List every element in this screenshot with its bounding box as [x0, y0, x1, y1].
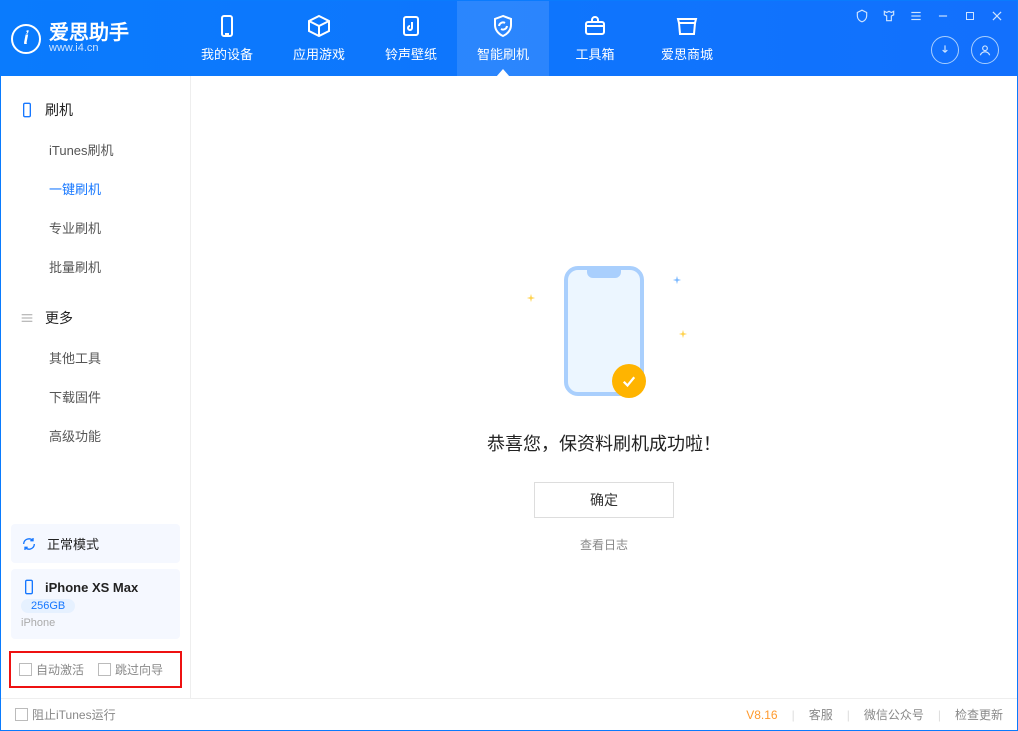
- status-bar: 阻止iTunes运行 V8.16 | 客服 | 微信公众号 | 检查更新: [1, 698, 1017, 730]
- sidebar-item-download-firmware[interactable]: 下载固件: [1, 377, 190, 416]
- app-subtitle: www.i4.cn: [49, 43, 129, 54]
- sync-icon: [21, 536, 37, 552]
- device-mode-card[interactable]: 正常模式: [11, 524, 180, 563]
- sidebar-group-flash: 刷机: [1, 94, 190, 130]
- sidebar-item-batch-flash[interactable]: 批量刷机: [1, 247, 190, 286]
- connected-device-card[interactable]: iPhone XS Max 256GB iPhone: [11, 569, 180, 639]
- phone-icon: [215, 14, 239, 38]
- feedback-icon[interactable]: [854, 8, 869, 23]
- user-account-icon[interactable]: [971, 36, 999, 64]
- app-window: ἰ 爱思助手 www.i4.cn 我的设备 应用游戏 铃声壁纸 智能刷机: [0, 0, 1018, 731]
- checkmark-icon: [612, 364, 646, 398]
- titlebar-actions: [917, 14, 999, 64]
- sidebar-item-other-tools[interactable]: 其他工具: [1, 338, 190, 377]
- app-logo: ἰ 爱思助手 www.i4.cn: [11, 23, 181, 54]
- device-icon: [19, 102, 35, 118]
- checkbox-skip-wizard[interactable]: 跳过向导: [98, 661, 163, 678]
- flash-options-highlight: 自动激活 跳过向导: [9, 651, 182, 688]
- device-storage-badge: 256GB: [21, 599, 75, 613]
- cube-icon: [307, 14, 331, 38]
- sparkle-icon: [672, 272, 678, 278]
- maximize-icon[interactable]: [962, 8, 977, 23]
- sidebar-item-pro-flash[interactable]: 专业刷机: [1, 208, 190, 247]
- tab-toolbox[interactable]: 工具箱: [549, 1, 641, 76]
- footer-customer-service[interactable]: 客服: [809, 706, 833, 723]
- tab-smart-flash[interactable]: 智能刷机: [457, 1, 549, 76]
- sidebar-item-advanced[interactable]: 高级功能: [1, 416, 190, 455]
- checkbox-block-itunes[interactable]: 阻止iTunes运行: [15, 706, 116, 723]
- list-icon: [19, 310, 35, 326]
- logo-icon: ἰ: [11, 24, 41, 54]
- close-icon[interactable]: [989, 8, 1004, 23]
- confirm-button[interactable]: 确定: [534, 482, 674, 518]
- tab-my-device[interactable]: 我的设备: [181, 1, 273, 76]
- body: 刷机 iTunes刷机 一键刷机 专业刷机 批量刷机 更多 其他工具 下载固件 …: [1, 76, 1017, 698]
- skin-icon[interactable]: [881, 8, 896, 23]
- version-label: V8.16: [746, 708, 777, 722]
- main-content: 恭喜您，保资料刷机成功啦！ 确定 查看日志: [191, 76, 1017, 698]
- refresh-shield-icon: [491, 14, 515, 38]
- titlebar: ἰ 爱思助手 www.i4.cn 我的设备 应用游戏 铃声壁纸 智能刷机: [1, 1, 1017, 76]
- tab-ringtone-wallpaper[interactable]: 铃声壁纸: [365, 1, 457, 76]
- success-message: 恭喜您，保资料刷机成功啦！: [487, 430, 721, 456]
- tab-store[interactable]: 爱思商城: [641, 1, 733, 76]
- sparkle-icon: [526, 290, 532, 296]
- sidebar-group-more: 更多: [1, 302, 190, 338]
- checkbox-auto-activate[interactable]: 自动激活: [19, 661, 84, 678]
- device-type: iPhone: [21, 617, 55, 629]
- phone-small-icon: [21, 579, 37, 595]
- footer-wechat[interactable]: 微信公众号: [864, 706, 924, 723]
- main-tabs: 我的设备 应用游戏 铃声壁纸 智能刷机 工具箱 爱思商城: [181, 1, 733, 76]
- store-icon: [675, 14, 699, 38]
- menu-icon[interactable]: [908, 8, 923, 23]
- tab-apps-games[interactable]: 应用游戏: [273, 1, 365, 76]
- sparkle-icon: [678, 326, 684, 332]
- phone-outline-icon: [564, 266, 644, 396]
- view-log-link[interactable]: 查看日志: [580, 536, 628, 553]
- app-name: 爱思助手: [49, 23, 129, 43]
- minimize-icon[interactable]: [935, 8, 950, 23]
- sidebar-item-itunes-flash[interactable]: iTunes刷机: [1, 130, 190, 169]
- device-model: iPhone XS Max: [45, 580, 138, 595]
- music-file-icon: [399, 14, 423, 38]
- footer-check-update[interactable]: 检查更新: [955, 706, 1003, 723]
- sidebar: 刷机 iTunes刷机 一键刷机 专业刷机 批量刷机 更多 其他工具 下载固件 …: [1, 76, 191, 698]
- sidebar-item-one-click-flash[interactable]: 一键刷机: [1, 169, 190, 208]
- success-illustration: [544, 266, 664, 396]
- toolbox-icon: [583, 14, 607, 38]
- download-manager-icon[interactable]: [931, 36, 959, 64]
